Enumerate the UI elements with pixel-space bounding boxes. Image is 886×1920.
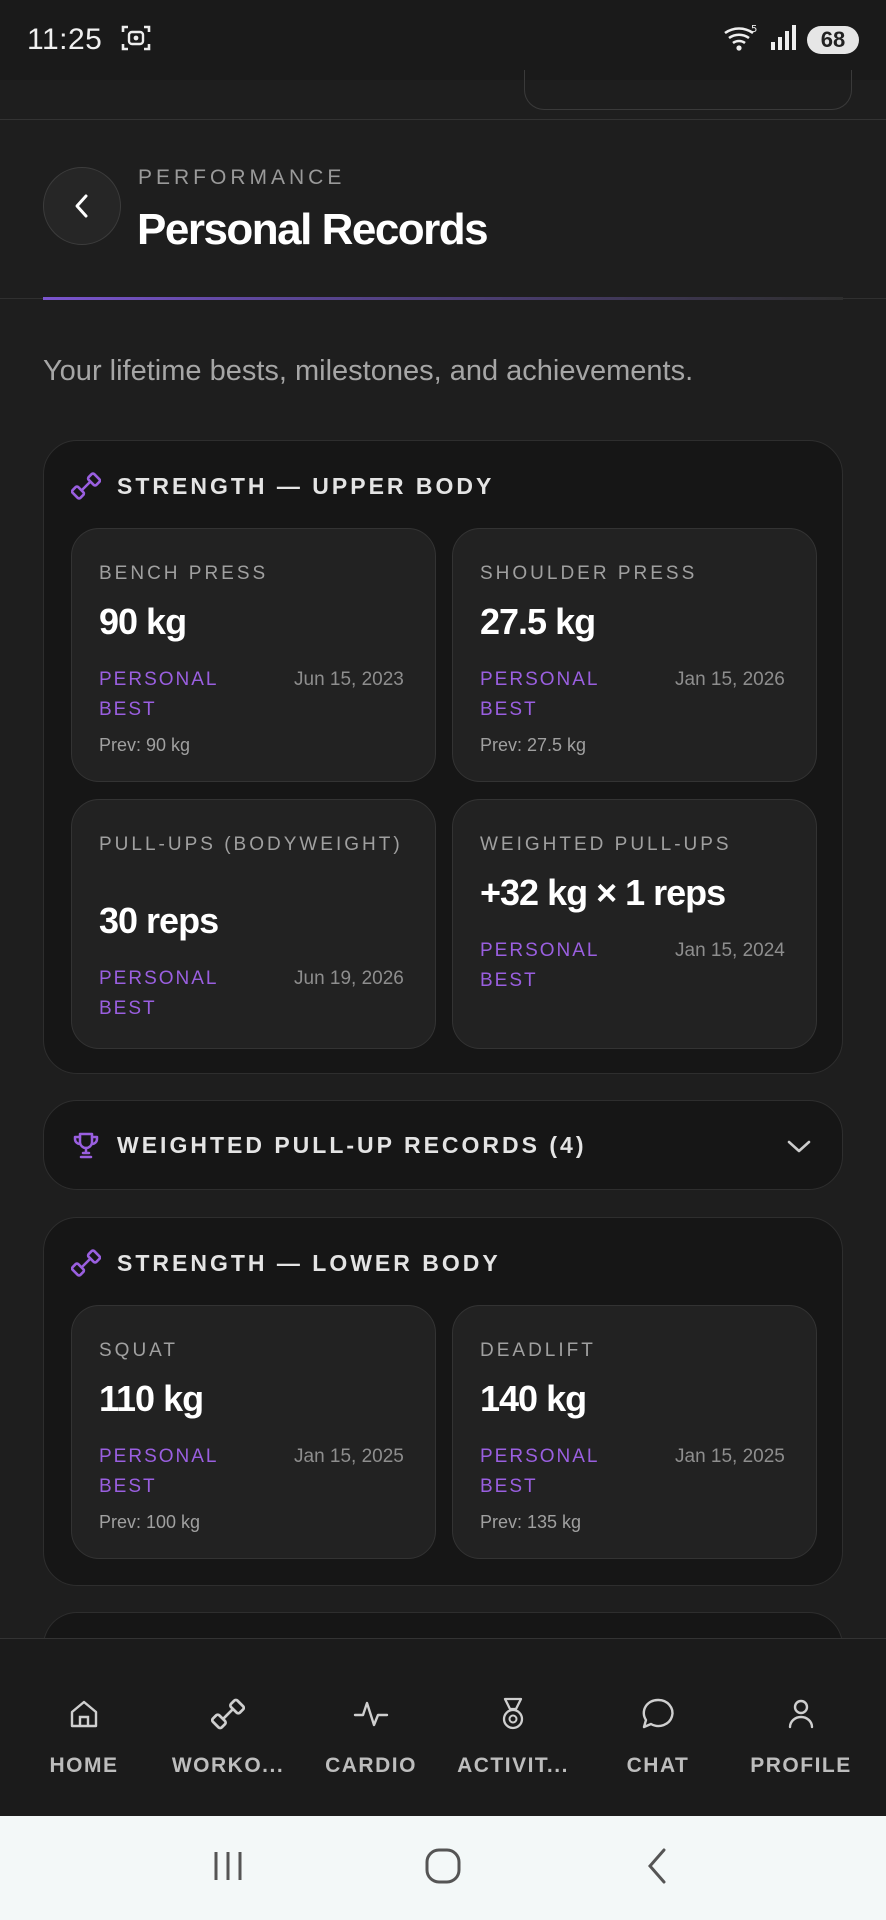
personal-best-badge: PERSONAL BEST [480, 669, 599, 720]
svg-text:5: 5 [751, 24, 757, 35]
page-subtitle: Your lifetime bests, milestones, and ach… [43, 355, 694, 387]
collapse-title: WEIGHTED PULL-UP RECORDS (4) [117, 1131, 587, 1158]
record-card-pull-ups[interactable]: PULL-UPS (BODYWEIGHT) 30 reps PERSONAL B… [71, 799, 436, 1049]
nav-label: ACTIVIT... [457, 1754, 569, 1777]
signal-icon [769, 24, 797, 57]
nav-label: CARDIO [325, 1754, 417, 1777]
pulse-icon [353, 1694, 389, 1734]
record-value: +32 kg × 1 reps [480, 872, 726, 913]
page-eyebrow: PERFORMANCE [138, 166, 346, 189]
battery-indicator: 68 [807, 26, 859, 54]
status-bar: 11:25 5 68 [0, 0, 886, 80]
nav-item-chat[interactable]: CHAT [585, 1639, 731, 1817]
record-card-shoulder-press[interactable]: SHOULDER PRESS 27.5 kg PERSONAL BEST Jan… [452, 528, 817, 782]
top-band [0, 70, 886, 120]
status-time: 11:25 [27, 23, 103, 56]
nav-item-home[interactable]: HOME [11, 1639, 157, 1817]
back-nav-button[interactable] [638, 1846, 678, 1891]
header-accent-line [43, 297, 843, 300]
nav-label: PROFILE [750, 1754, 852, 1777]
page-header: PERFORMANCE Personal Records [0, 121, 886, 300]
home-button[interactable] [423, 1846, 463, 1891]
record-card-weighted-pull-ups[interactable]: WEIGHTED PULL-UPS +32 kg × 1 reps PERSON… [452, 799, 817, 1049]
nav-item-profile[interactable]: PROFILE [728, 1639, 874, 1817]
record-value: 140 kg [480, 1378, 587, 1419]
nav-item-activity[interactable]: ACTIVIT... [440, 1639, 586, 1817]
dumbbell-icon [71, 1249, 101, 1277]
record-date: Jan 15, 2024 [675, 940, 785, 961]
chevron-down-icon [787, 1140, 811, 1153]
record-previous: Prev: 27.5 kg [480, 735, 587, 755]
nav-item-cardio[interactable]: CARDIO [298, 1639, 444, 1817]
record-value: 90 kg [99, 601, 187, 642]
record-value: 27.5 kg [480, 601, 596, 642]
record-date: Jan 15, 2026 [675, 669, 785, 690]
back-button[interactable] [43, 167, 121, 245]
personal-best-badge: PERSONAL BEST [99, 669, 218, 720]
record-label: SHOULDER PRESS [480, 563, 698, 584]
nav-item-workouts[interactable]: WORKO... [155, 1639, 301, 1817]
lower-body-section: STRENGTH — LOWER BODY SQUAT 110 kg PERSO… [43, 1217, 843, 1586]
upper-body-section: STRENGTH — UPPER BODY BENCH PRESS 90 kg … [43, 440, 843, 1074]
system-nav-bar [0, 1816, 886, 1920]
record-label: DEADLIFT [480, 1340, 596, 1361]
user-icon [784, 1694, 818, 1734]
record-previous: Prev: 135 kg [480, 1512, 582, 1532]
record-date: Jun 19, 2026 [294, 968, 404, 989]
record-card-squat[interactable]: SQUAT 110 kg PERSONAL BEST Jan 15, 2025 … [71, 1305, 436, 1559]
trophy-icon [73, 1132, 99, 1159]
record-date: Jun 15, 2023 [294, 669, 404, 690]
collapsed-bar [524, 70, 852, 110]
nav-label: WORKO... [171, 1754, 285, 1777]
chevron-left-icon [75, 194, 88, 218]
screenshot-icon [120, 23, 152, 58]
weighted-pullup-records-toggle[interactable]: WEIGHTED PULL-UP RECORDS (4) [43, 1100, 843, 1190]
bottom-nav: HOME WORKO... CARDIO ACTIVIT... CHAT PRO… [0, 1638, 886, 1816]
record-card-deadlift[interactable]: DEADLIFT 140 kg PERSONAL BEST Jan 15, 20… [452, 1305, 817, 1559]
medal-icon [496, 1694, 530, 1734]
record-card-bench-press[interactable]: BENCH PRESS 90 kg PERSONAL BEST Jun 15, … [71, 528, 436, 782]
record-label: PULL-UPS (BODYWEIGHT) [99, 834, 403, 855]
section-title: STRENGTH — LOWER BODY [117, 1249, 501, 1276]
record-value: 110 kg [99, 1378, 204, 1419]
home-icon [67, 1694, 101, 1734]
record-previous: Prev: 90 kg [99, 735, 191, 755]
record-date: Jan 15, 2025 [294, 1446, 404, 1467]
record-previous: Prev: 100 kg [99, 1512, 201, 1532]
record-label: SQUAT [99, 1340, 179, 1361]
record-value: 30 reps [99, 900, 219, 941]
personal-best-badge: PERSONAL BEST [99, 1446, 218, 1497]
page-title: Personal Records [137, 205, 489, 254]
section-title: STRENGTH — UPPER BODY [117, 472, 495, 499]
record-label: BENCH PRESS [99, 563, 269, 584]
dumbbell-icon [211, 1694, 245, 1734]
back-chevron-icon [648, 1848, 666, 1883]
personal-best-badge: PERSONAL BEST [480, 1446, 599, 1497]
chat-icon [640, 1694, 676, 1734]
recent-apps-icon [214, 1851, 242, 1880]
home-circle-icon [425, 1848, 461, 1883]
record-date: Jan 15, 2025 [675, 1446, 785, 1467]
personal-best-badge: PERSONAL BEST [480, 940, 599, 991]
personal-best-badge: PERSONAL BEST [99, 968, 218, 1019]
nav-label: CHAT [626, 1754, 690, 1777]
recent-apps-button[interactable] [208, 1846, 248, 1891]
wifi-icon: 5 [723, 23, 759, 58]
nav-label: HOME [49, 1754, 119, 1777]
dumbbell-icon [71, 472, 101, 500]
record-label: WEIGHTED PULL-UPS [480, 834, 732, 855]
